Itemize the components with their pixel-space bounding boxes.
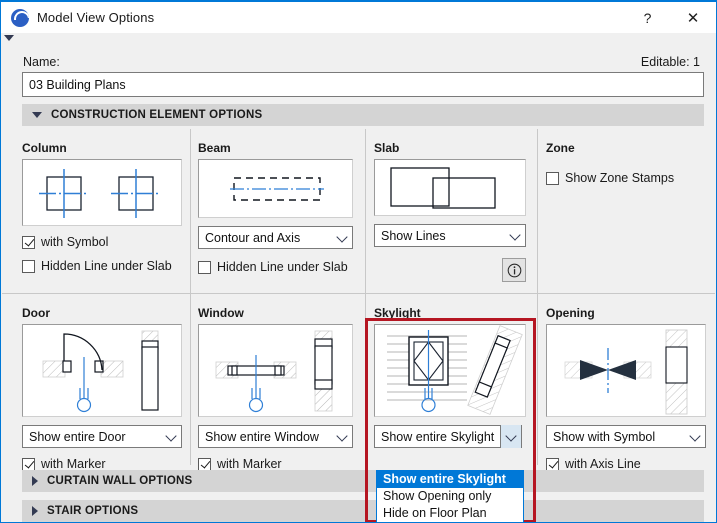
opening-combo[interactable]: Show with Symbol: [546, 425, 706, 448]
chevron-down-icon: [509, 229, 520, 240]
cell-title-door: Door: [22, 306, 182, 320]
archicad-logo-icon: [11, 9, 29, 27]
column-preview: [22, 159, 182, 226]
checkbox-zone-show-stamps[interactable]: [546, 172, 559, 185]
cell-title-column: Column: [22, 141, 182, 155]
window-with-marker-row[interactable]: with Marker: [198, 457, 353, 471]
cell-opening: Opening: [546, 306, 706, 471]
cell-skylight: Skylight: [374, 306, 526, 448]
section-label-stair: STAIR OPTIONS: [47, 505, 138, 517]
window-preview: [198, 324, 353, 417]
window-title: Model View Options: [37, 10, 154, 25]
opening-combo-value: Show with Symbol: [553, 430, 655, 444]
chevron-right-icon: [32, 506, 38, 516]
close-button[interactable]: ✕: [670, 2, 716, 33]
name-input[interactable]: [22, 72, 704, 97]
section-label-construction: CONSTRUCTION ELEMENT OPTIONS: [51, 109, 262, 121]
beam-combo-value: Contour and Axis: [205, 231, 300, 245]
section-header-stair[interactable]: STAIR OPTIONS: [22, 500, 704, 522]
door-combo-value: Show entire Door: [29, 430, 126, 444]
grid-divider-v1: [190, 129, 191, 465]
info-icon: [507, 263, 522, 278]
door-with-marker-row[interactable]: with Marker: [22, 457, 182, 471]
checkbox-column-with-symbol[interactable]: [22, 236, 35, 249]
dropdown-option-1[interactable]: Show Opening only: [377, 488, 523, 505]
cell-title-zone: Zone: [546, 141, 706, 155]
help-button[interactable]: ?: [625, 2, 670, 33]
cell-window: Window: [198, 306, 353, 471]
slab-preview: [374, 159, 526, 216]
cell-beam: Beam Contour and Axis Hidden Line under …: [198, 141, 353, 274]
cell-column: Column: [22, 141, 182, 273]
beam-combo[interactable]: Contour and Axis: [198, 226, 353, 249]
chevron-down-icon: [336, 231, 347, 242]
options-grid: Column: [2, 129, 715, 465]
beam-preview: [198, 159, 353, 218]
label-beam-hidden-line: Hidden Line under Slab: [217, 260, 348, 274]
skylight-preview: [374, 324, 526, 417]
section-header-curtain-wall[interactable]: CURTAIN WALL OPTIONS: [22, 470, 704, 492]
cell-title-slab: Slab: [374, 141, 526, 155]
skylight-combo-value: Show entire Skylight: [381, 430, 494, 444]
window-controls: ? ✕: [625, 2, 716, 33]
zone-show-stamps-row[interactable]: Show Zone Stamps: [546, 171, 706, 185]
slab-combo[interactable]: Show Lines: [374, 224, 526, 247]
slab-combo-value: Show Lines: [381, 229, 446, 243]
checkbox-door-with-marker[interactable]: [22, 458, 35, 471]
checkbox-column-hidden-line[interactable]: [22, 260, 35, 273]
cell-door: Door: [22, 306, 182, 471]
checkbox-beam-hidden-line[interactable]: [198, 261, 211, 274]
section-label-curtain-wall: CURTAIN WALL OPTIONS: [47, 475, 192, 487]
cell-zone: Zone Show Zone Stamps: [546, 141, 706, 185]
dropdown-option-2[interactable]: Hide on Floor Plan: [377, 505, 523, 522]
window-combo-value: Show entire Window: [205, 430, 319, 444]
dialog-body: Name: Editable: 1 CONSTRUCTION ELEMENT O…: [2, 33, 715, 522]
door-preview: [22, 324, 182, 417]
label-column-with-symbol: with Symbol: [41, 235, 108, 249]
slab-info-button[interactable]: [502, 258, 526, 282]
title-bar: Model View Options ? ✕: [1, 2, 716, 33]
label-zone-show-stamps: Show Zone Stamps: [565, 171, 674, 185]
dropdown-option-0[interactable]: Show entire Skylight: [377, 471, 523, 488]
skylight-dropdown-list[interactable]: Show entire Skylight Show Opening only H…: [376, 470, 524, 523]
cell-title-opening: Opening: [546, 306, 706, 320]
label-door-with-marker: with Marker: [41, 457, 106, 471]
cell-title-window: Window: [198, 306, 353, 320]
checkbox-opening-with-axis-line[interactable]: [546, 458, 559, 471]
label-column-hidden-line: Hidden Line under Slab: [41, 259, 172, 273]
chevron-down-icon: [165, 430, 176, 441]
column-hidden-line-row[interactable]: Hidden Line under Slab: [22, 259, 182, 273]
cell-slab: Slab Show Lines: [374, 141, 526, 247]
label-window-with-marker: with Marker: [217, 457, 282, 471]
label-opening-with-axis-line: with Axis Line: [565, 457, 641, 471]
opening-with-axis-row[interactable]: with Axis Line: [546, 457, 706, 471]
window-combo[interactable]: Show entire Window: [198, 425, 353, 448]
grid-divider-v3: [537, 129, 538, 465]
cell-title-skylight: Skylight: [374, 306, 526, 320]
opening-preview: [546, 324, 706, 417]
checkbox-window-with-marker[interactable]: [198, 458, 211, 471]
chevron-down-icon: [32, 112, 42, 118]
chevron-down-icon: [336, 430, 347, 441]
beam-hidden-line-row[interactable]: Hidden Line under Slab: [198, 260, 353, 274]
chevron-right-icon: [32, 476, 38, 486]
cell-title-beam: Beam: [198, 141, 353, 155]
skylight-combo[interactable]: Show entire Skylight: [374, 425, 522, 448]
editable-count-label: Editable: 1: [641, 55, 700, 69]
door-combo[interactable]: Show entire Door: [22, 425, 182, 448]
grid-divider-h1: [2, 293, 715, 294]
section-header-construction[interactable]: CONSTRUCTION ELEMENT OPTIONS: [22, 104, 704, 126]
grid-divider-v2: [365, 129, 366, 465]
name-label: Name:: [23, 55, 60, 69]
chevron-down-icon: [689, 430, 700, 441]
model-view-options-dialog: Model View Options ? ✕ Name: Editable: 1…: [0, 0, 717, 523]
column-with-symbol-row[interactable]: with Symbol: [22, 235, 182, 249]
collapse-arrow-icon[interactable]: [4, 35, 14, 41]
